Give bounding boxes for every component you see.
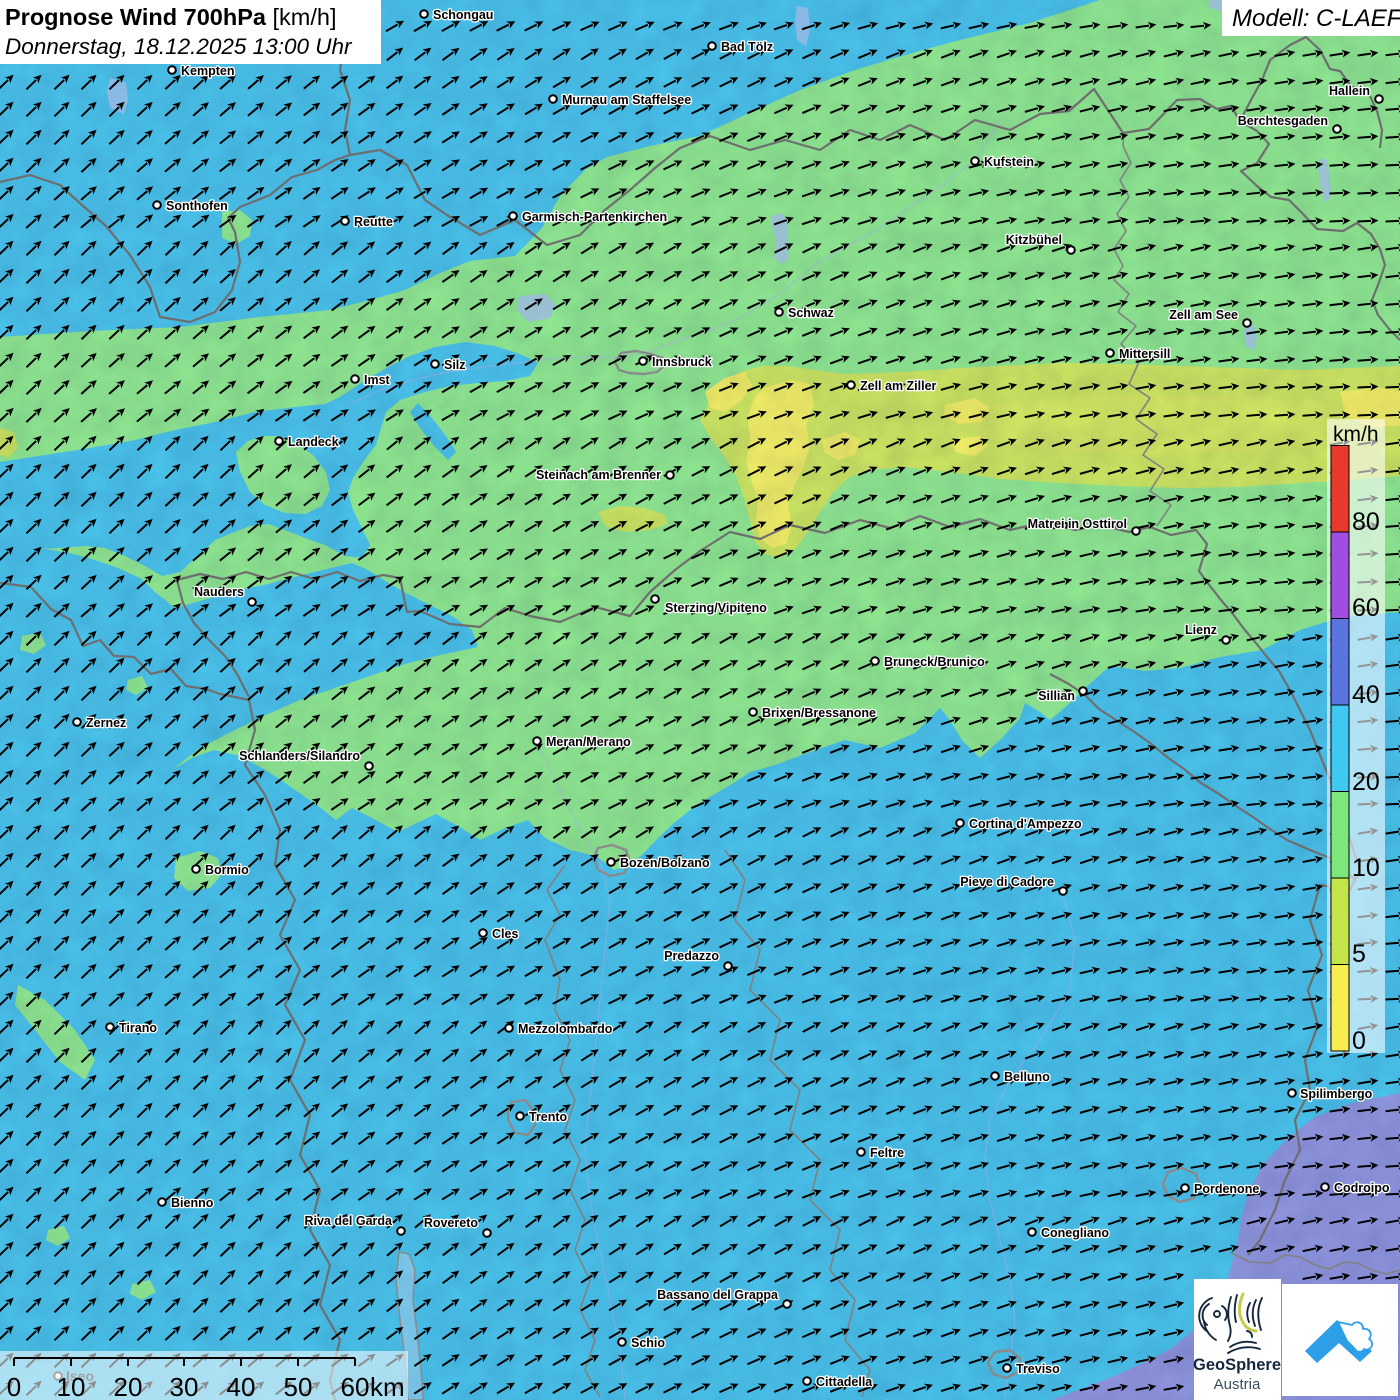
svg-text:Pordenone: Pordenone [1194,1182,1259,1196]
svg-text:Silz: Silz [444,358,466,372]
svg-text:Imst: Imst [364,373,391,387]
svg-text:Berchtesgaden: Berchtesgaden [1238,114,1328,128]
svg-text:Matrei in Osttirol: Matrei in Osttirol [1028,517,1127,531]
svg-text:Bienno: Bienno [171,1196,214,1210]
svg-text:Riva del Garda: Riva del Garda [304,1214,393,1228]
svg-text:km/h: km/h [1333,423,1379,446]
svg-text:Reutte: Reutte [354,215,393,229]
svg-text:Belluno: Belluno [1004,1070,1050,1084]
svg-text:20: 20 [1352,768,1380,796]
svg-text:Murnau am Staffelsee: Murnau am Staffelsee [562,93,691,107]
svg-text:Sonthofen: Sonthofen [166,199,228,213]
svg-text:40: 40 [227,1372,256,1400]
svg-text:Treviso: Treviso [1016,1362,1060,1376]
svg-text:Austria: Austria [1214,1376,1261,1393]
svg-text:Predazzo: Predazzo [664,949,719,963]
svg-text:30: 30 [170,1372,199,1400]
svg-text:Schlanders/Silandro: Schlanders/Silandro [239,749,360,763]
svg-text:Zell am See: Zell am See [1169,308,1238,322]
svg-text:Schio: Schio [631,1336,665,1350]
svg-text:Hallein: Hallein [1329,84,1370,98]
svg-text:60: 60 [1352,594,1380,622]
svg-text:Trento: Trento [529,1110,568,1124]
svg-text:Kitzbühel: Kitzbühel [1006,233,1062,247]
svg-text:Conegliano: Conegliano [1041,1226,1109,1240]
svg-text:Tirano: Tirano [119,1021,157,1035]
svg-text:km: km [370,1372,405,1400]
svg-text:Codroipo: Codroipo [1334,1181,1390,1195]
svg-text:50: 50 [284,1372,313,1400]
svg-text:20: 20 [114,1372,143,1400]
svg-text:Kempten: Kempten [181,64,234,78]
svg-text:Cortina d'Ampezzo: Cortina d'Ampezzo [969,817,1082,831]
svg-text:Sillian: Sillian [1038,689,1075,703]
svg-text:Landeck: Landeck [288,435,339,449]
svg-text:5: 5 [1352,940,1366,968]
svg-text:60: 60 [341,1372,370,1400]
svg-text:Zell am Ziller: Zell am Ziller [860,379,937,393]
svg-text:Rovereto: Rovereto [424,1216,479,1230]
svg-text:Modell: C-LAEF: Modell: C-LAEF [1232,5,1400,32]
svg-text:Cittadella: Cittadella [816,1375,873,1389]
svg-text:Schongau: Schongau [433,8,493,22]
svg-text:Cles: Cles [492,927,518,941]
svg-text:Bad Tölz: Bad Tölz [721,40,773,54]
svg-text:Brixen/Bressanone: Brixen/Bressanone [762,706,876,720]
svg-text:Donnerstag, 18.12.2025 13:00 U: Donnerstag, 18.12.2025 13:00 Uhr [5,34,353,59]
svg-text:Zernez: Zernez [86,716,126,730]
svg-text:Meran/Merano: Meran/Merano [546,735,631,749]
svg-text:80: 80 [1352,508,1380,536]
svg-text:Lienz: Lienz [1185,623,1217,637]
svg-text:Bozen/Bolzano: Bozen/Bolzano [620,856,710,870]
svg-text:Feltre: Feltre [870,1146,904,1160]
svg-text:Mezzolombardo: Mezzolombardo [518,1022,613,1036]
svg-text:10: 10 [57,1372,86,1400]
svg-text:0: 0 [1352,1027,1366,1055]
svg-text:Bruneck/Brunico: Bruneck/Brunico [884,655,985,669]
svg-text:Steinach am Brenner: Steinach am Brenner [536,468,661,482]
svg-text:Sterzing/Vipiteno: Sterzing/Vipiteno [665,601,767,615]
svg-text:Schwaz: Schwaz [788,306,834,320]
svg-text:Nauders: Nauders [194,585,244,599]
svg-text:Spilimbergo: Spilimbergo [1300,1087,1373,1101]
svg-text:Innsbruck: Innsbruck [652,355,712,369]
svg-text:Prognose Wind 700hPa [km/h]: Prognose Wind 700hPa [km/h] [5,4,336,30]
svg-text:40: 40 [1352,681,1380,709]
svg-text:0: 0 [7,1372,21,1400]
svg-text:10: 10 [1352,854,1380,882]
svg-text:Mittersill: Mittersill [1119,347,1170,361]
svg-text:Garmisch-Partenkirchen: Garmisch-Partenkirchen [522,210,667,224]
svg-text:Bassano del Grappa: Bassano del Grappa [657,1288,779,1302]
svg-text:GeoSphere: GeoSphere [1193,1356,1281,1374]
svg-text:Bormio: Bormio [205,863,249,877]
svg-text:Kufstein: Kufstein [984,155,1034,169]
svg-text:Pieve di Cadore: Pieve di Cadore [960,875,1054,889]
